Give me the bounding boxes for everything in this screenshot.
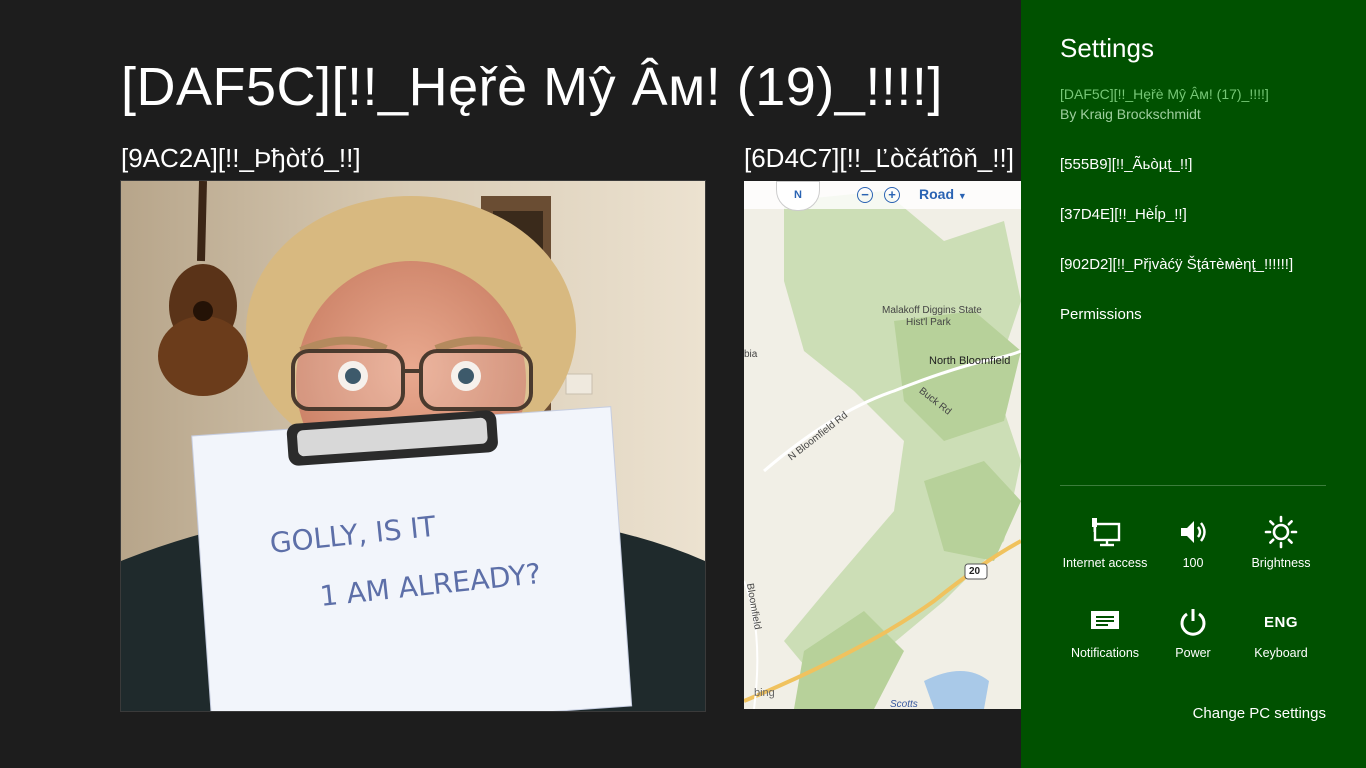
settings-title: Settings	[1060, 33, 1154, 63]
map-canvas	[744, 181, 1021, 709]
map-control-bar: N − + Road ▼	[744, 181, 1021, 211]
settings-item-privacy[interactable]: [902D2][!!_Přįvàćÿ Šţáтèмèηţ_!!!!!!]	[1060, 256, 1293, 273]
settings-app-author: By Kraig Brockschmidt	[1060, 106, 1201, 122]
internet-access-tile[interactable]: Internet access	[1057, 512, 1153, 570]
page-title: [DAF5C][!!_Hęřè Mŷ Âм! (19)_!!!!]	[121, 57, 943, 117]
brightness-tile[interactable]: Brightness	[1233, 512, 1329, 570]
map-compass[interactable]: N	[776, 181, 820, 211]
webcam-photo: GOLLY, IS IT 1 AM ALREADY?	[121, 181, 705, 711]
internet-access-label: Internet access	[1062, 556, 1148, 570]
zoom-in-icon[interactable]: +	[884, 187, 900, 203]
map-label-bottom: Scotts	[890, 699, 918, 709]
highway-shield-label: 20	[969, 566, 981, 577]
map-label-park1: Malakoff Diggins State	[882, 305, 982, 316]
map-style-label: Road	[919, 186, 954, 202]
notifications-tile[interactable]: Notifications	[1057, 602, 1153, 660]
settings-item-help[interactable]: [37D4E][!!_Hèĺp_!!]	[1060, 206, 1187, 223]
settings-divider	[1060, 485, 1326, 486]
notifications-icon	[1057, 602, 1153, 642]
compass-n-label: N	[794, 189, 802, 201]
zoom-out-icon[interactable]: −	[857, 187, 873, 203]
volume-icon	[1145, 512, 1241, 552]
bing-logo: bing	[754, 687, 775, 699]
brightness-icon	[1233, 512, 1329, 552]
power-icon	[1145, 602, 1241, 642]
power-tile[interactable]: Power	[1145, 602, 1241, 660]
photo-section-title: [9AC2A][!!_Þђòťó_!!]	[121, 143, 361, 173]
volume-tile[interactable]: 100	[1145, 512, 1241, 570]
map-label-left: bia	[744, 349, 758, 360]
power-label: Power	[1175, 646, 1211, 660]
keyboard-tile[interactable]: ENG Keyboard	[1233, 602, 1329, 661]
network-icon	[1057, 512, 1153, 552]
map-label-town: North Bloomfield	[929, 355, 1011, 367]
change-pc-settings-link[interactable]: Change PC settings	[1193, 705, 1326, 722]
map-style-dropdown[interactable]: Road ▼	[919, 186, 967, 202]
photo-image[interactable]: GOLLY, IS IT 1 AM ALREADY?	[120, 180, 706, 712]
notifications-label: Notifications	[1070, 646, 1140, 660]
keyboard-language-glyph: ENG	[1263, 613, 1298, 631]
map-label-park2: Hist'l Park	[906, 317, 951, 328]
brightness-label: Brightness	[1251, 556, 1311, 570]
settings-item-about[interactable]: [555B9][!!_Ãьòµţ_!!]	[1060, 156, 1192, 173]
settings-app-name: [DAF5C][!!_Hęřè Mŷ Âм! (17)_!!!!]	[1060, 86, 1269, 102]
chevron-down-icon: ▼	[957, 191, 967, 201]
location-section-title: [6D4C7][!!_Ľòčáťîôň_!!]	[744, 143, 1014, 173]
settings-item-permissions[interactable]: Permissions	[1060, 306, 1142, 323]
location-map[interactable]: N − + Road ▼ Malakoff Diggins State Hist…	[744, 181, 1021, 709]
settings-pane: Settings [DAF5C][!!_Hęřè Mŷ Âм! (17)_!!!…	[1021, 0, 1366, 768]
keyboard-label: Keyboard	[1254, 646, 1308, 660]
volume-label: 100	[1182, 556, 1204, 570]
